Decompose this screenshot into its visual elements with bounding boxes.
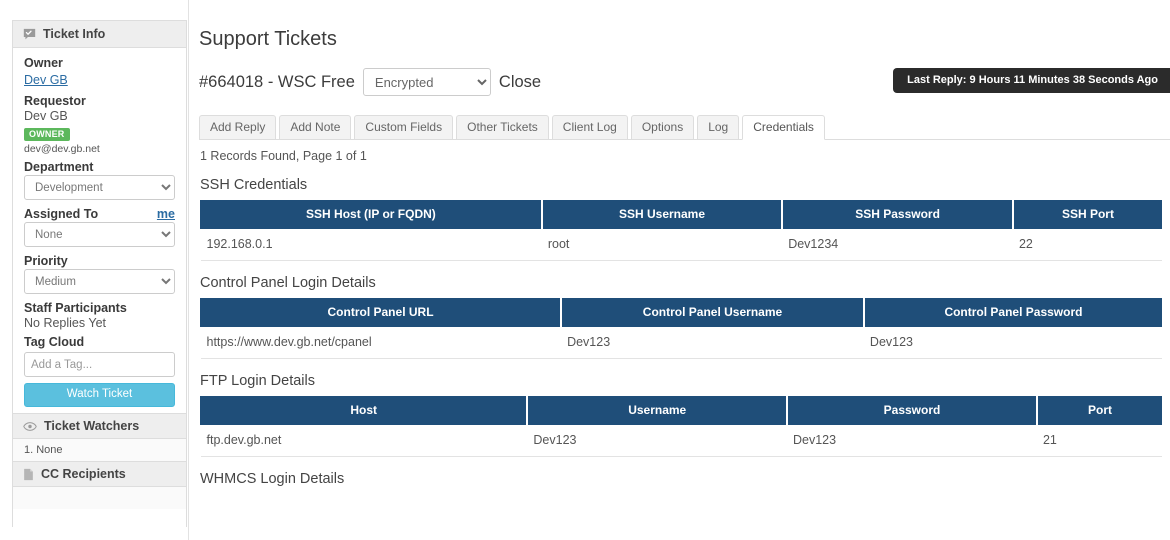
cc-recipients-title: CC Recipients bbox=[41, 467, 126, 481]
table-cell: Dev123 bbox=[863, 327, 1162, 359]
staff-participants-label: Staff Participants bbox=[24, 301, 127, 315]
credentials-table: Control Panel URL Control Panel Username C… bbox=[200, 298, 1162, 359]
page-title: Support Tickets bbox=[199, 28, 337, 50]
requestor-value: Dev GB bbox=[24, 109, 68, 123]
comment-check-icon bbox=[23, 28, 36, 41]
table-cell: https://www.dev.gb.net/cpanel bbox=[200, 327, 562, 359]
ticket-info-title: Ticket Info bbox=[43, 27, 106, 41]
ticket-watchers-title: Ticket Watchers bbox=[44, 419, 140, 433]
department-select[interactable]: Development bbox=[24, 175, 175, 200]
department-label: Department bbox=[24, 160, 94, 174]
column-header: SSH Port bbox=[1012, 200, 1162, 229]
credentials-table: SSH Host (IP or FQDN) SSH Username SSH Pas… bbox=[199, 200, 1162, 261]
ticket-watchers-header: Ticket Watchers bbox=[13, 413, 186, 439]
column-header: Port bbox=[1036, 396, 1162, 425]
column-header: Control Panel URL bbox=[200, 298, 563, 327]
tab-options[interactable]: Options bbox=[630, 115, 695, 140]
main-content: Support Tickets #664018 - WSC Free Encry… bbox=[188, 0, 1170, 540]
tag-cloud-label: Tag Cloud bbox=[24, 335, 85, 349]
column-header: Host bbox=[200, 396, 529, 425]
encryption-select[interactable]: Encrypted bbox=[362, 68, 491, 96]
watch-ticket-button[interactable]: Watch Ticket bbox=[24, 383, 175, 407]
credentials-sections: SSH Credentials SSH Host (IP or FQDN) SSH … bbox=[199, 177, 1170, 487]
column-header: Control Panel Password bbox=[863, 298, 1162, 327]
table-cell: 21 bbox=[1036, 425, 1162, 457]
eye-icon bbox=[23, 421, 37, 432]
tab-custom-fields[interactable]: Custom Fields bbox=[354, 115, 454, 140]
assign-to-me-link[interactable]: me bbox=[157, 207, 175, 221]
requestor-label: Requestor bbox=[24, 94, 86, 108]
table-cell: 192.168.0.1 bbox=[200, 229, 542, 261]
assigned-to-select[interactable]: None bbox=[24, 222, 175, 247]
ticket-tabs: Add Reply Add Note Custom Fields Other Tick… bbox=[199, 115, 1170, 140]
table-cell: ftp.dev.gb.net bbox=[200, 425, 528, 457]
ticket-info-header: Ticket Info bbox=[13, 21, 186, 48]
staff-participants-value: No Replies Yet bbox=[24, 316, 107, 330]
tab-log[interactable]: Log bbox=[697, 115, 740, 140]
table-cell: Dev123 bbox=[787, 425, 1037, 457]
table-cell: 22 bbox=[1012, 229, 1162, 261]
column-header: Control Panel Username bbox=[560, 298, 865, 327]
ticket-info-body: Owner Dev GB Requestor Dev GB OWNER dev@… bbox=[13, 48, 186, 413]
priority-select[interactable]: Medium bbox=[24, 269, 175, 294]
file-icon bbox=[23, 468, 34, 481]
table-header-row: Host Username Password Port bbox=[200, 396, 1162, 425]
owner-badge: OWNER bbox=[24, 128, 70, 141]
credentials-table: Host Username Password Port ftp.dev.gb.net De… bbox=[200, 396, 1162, 457]
records-found-text: 1 Records Found, Page 1 of 1 bbox=[200, 149, 367, 163]
requestor-email: dev@dev.gb.net bbox=[24, 143, 100, 155]
cc-recipients-list bbox=[13, 487, 186, 509]
table-row: ftp.dev.gb.net Dev123 Dev123 21 bbox=[200, 425, 1162, 457]
table-cell: root bbox=[541, 229, 783, 261]
table-header-row: Control Panel URL Control Panel Username C… bbox=[200, 298, 1162, 327]
column-header: SSH Username bbox=[541, 200, 784, 229]
tab-add-reply[interactable]: Add Reply bbox=[199, 115, 277, 140]
assigned-to-label: Assigned To me bbox=[24, 207, 175, 221]
support-ticket-page: Ticket Info Owner Dev GB Requestor Dev G… bbox=[0, 0, 1170, 540]
owner-link[interactable]: Dev GB bbox=[24, 73, 68, 87]
tab-other-tickets[interactable]: Other Tickets bbox=[456, 115, 549, 140]
table-row: 192.168.0.1 root Dev1234 22 bbox=[200, 229, 1162, 261]
cc-recipients-header: CC Recipients bbox=[13, 461, 186, 487]
tab-credentials[interactable]: Credentials bbox=[742, 115, 825, 140]
close-ticket-link[interactable]: Close bbox=[499, 73, 541, 92]
table-header-row: SSH Host (IP or FQDN) SSH Username SSH Pas… bbox=[199, 200, 1162, 229]
column-header: SSH Host (IP or FQDN) bbox=[199, 200, 543, 229]
add-tag-input[interactable] bbox=[24, 352, 175, 377]
column-header: Password bbox=[786, 396, 1038, 425]
last-reply-badge: Last Reply: 9 Hours 11 Minutes 38 Second… bbox=[893, 68, 1170, 93]
table-row: https://www.dev.gb.net/cpanel Dev123 Dev12… bbox=[200, 327, 1162, 359]
tab-client-log[interactable]: Client Log bbox=[551, 115, 628, 140]
column-header: Username bbox=[526, 396, 788, 425]
ticket-sidebar: Ticket Info Owner Dev GB Requestor Dev G… bbox=[12, 20, 187, 527]
section-title: SSH Credentials bbox=[200, 177, 308, 193]
section-title: Control Panel Login Details bbox=[200, 275, 376, 291]
tab-add-note[interactable]: Add Note bbox=[279, 115, 352, 140]
table-cell: Dev123 bbox=[561, 327, 864, 359]
priority-label: Priority bbox=[24, 254, 68, 268]
table-cell: Dev1234 bbox=[782, 229, 1013, 261]
section-title: FTP Login Details bbox=[200, 373, 315, 389]
table-cell: Dev123 bbox=[527, 425, 787, 457]
ticket-watcher-item: 1. None bbox=[13, 439, 186, 461]
section-title: WHMCS Login Details bbox=[200, 471, 345, 487]
column-header: SSH Password bbox=[781, 200, 1014, 229]
owner-label: Owner bbox=[24, 56, 63, 70]
ticket-id-label: #664018 - WSC Free bbox=[199, 72, 355, 91]
